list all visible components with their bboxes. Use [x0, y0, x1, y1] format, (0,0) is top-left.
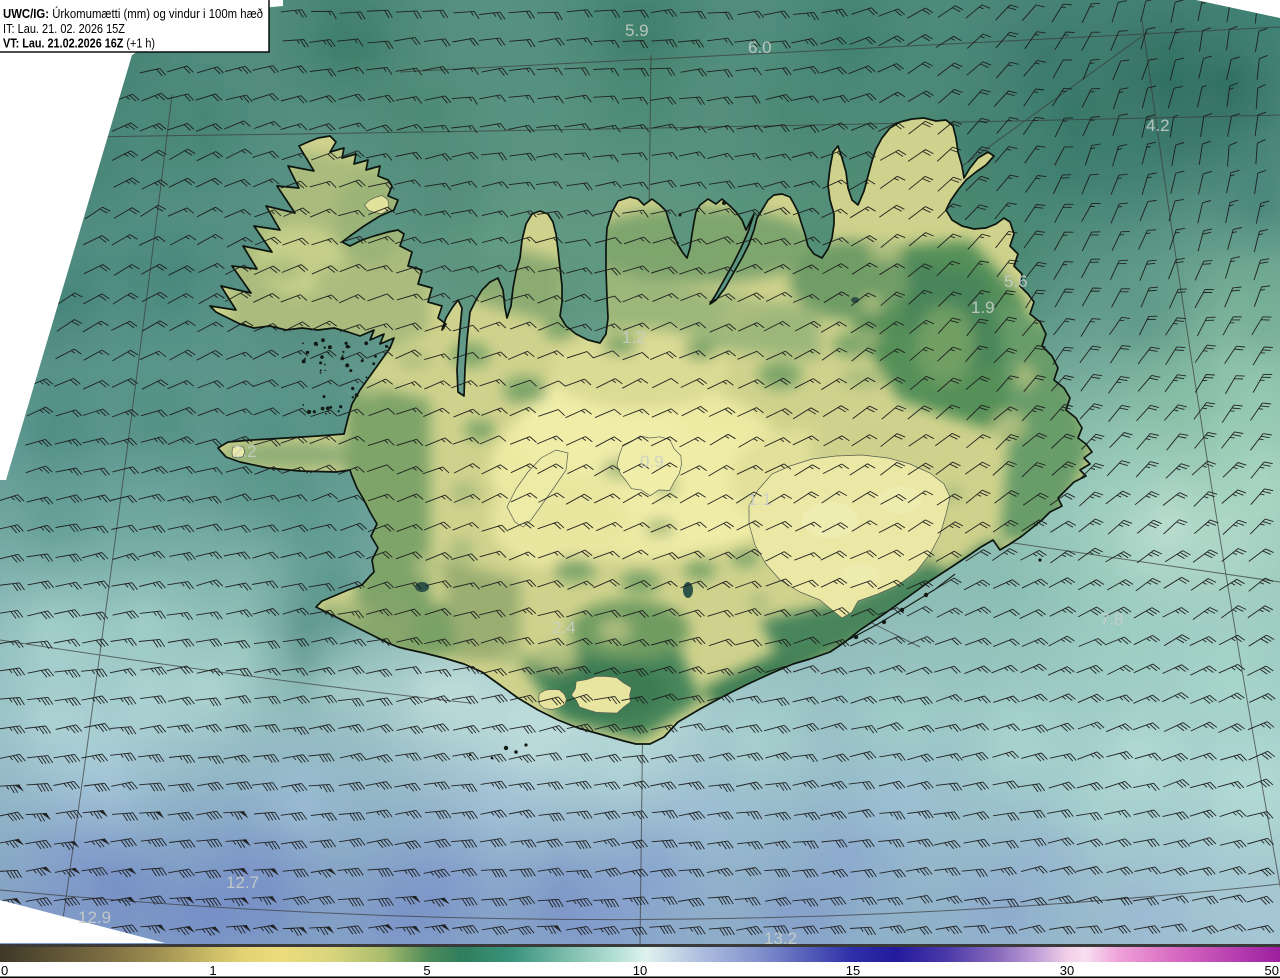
svg-text:0.9: 0.9	[640, 452, 664, 471]
svg-text:15: 15	[846, 963, 860, 978]
svg-text:50: 50	[1265, 963, 1279, 978]
svg-text:1.2: 1.2	[622, 328, 646, 347]
svg-text:IT: Lau. 21. 02. 2026 15Z: IT: Lau. 21. 02. 2026 15Z	[3, 22, 125, 36]
svg-text:2.2: 2.2	[233, 442, 257, 461]
svg-text:5: 5	[423, 963, 430, 978]
svg-text:1.9: 1.9	[971, 298, 995, 317]
svg-text:4.2: 4.2	[1146, 116, 1170, 135]
svg-text:30: 30	[1060, 963, 1074, 978]
svg-text:5.9: 5.9	[625, 21, 649, 40]
svg-text:12.7: 12.7	[226, 873, 259, 892]
svg-text:10: 10	[633, 963, 647, 978]
svg-text:5.6: 5.6	[1004, 272, 1028, 291]
svg-text:2.4: 2.4	[552, 618, 576, 637]
svg-text:0: 0	[1, 963, 8, 978]
svg-text:1.1: 1.1	[748, 490, 772, 509]
svg-text:12.9: 12.9	[78, 908, 111, 927]
svg-text:1: 1	[209, 963, 216, 978]
svg-text:VT: Lau. 21.02.2026 16Z (+1 h): VT: Lau. 21.02.2026 16Z (+1 h)	[3, 37, 155, 51]
svg-text:6.0: 6.0	[748, 38, 772, 57]
svg-text:7.8: 7.8	[1100, 610, 1124, 629]
svg-text:UWC/IG: Úrkomumætti (mm) og vi: UWC/IG: Úrkomumætti (mm) og vindur i 100…	[3, 6, 263, 21]
